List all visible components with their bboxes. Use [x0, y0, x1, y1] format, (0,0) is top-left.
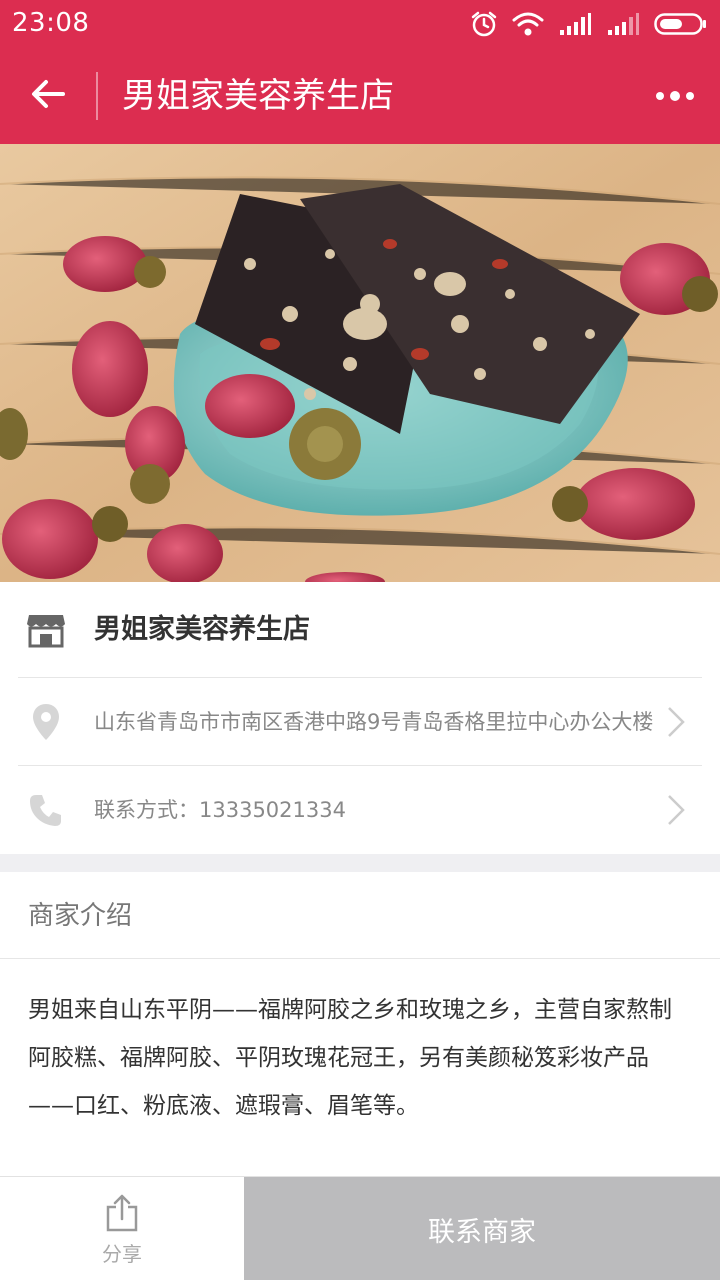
- title-bar: 男姐家美容养生店: [0, 48, 720, 144]
- shop-name-row: 男姐家美容养生店: [18, 582, 702, 678]
- back-arrow-icon: [31, 79, 65, 113]
- shop-name: 男姐家美容养生店: [94, 614, 310, 645]
- contact-row[interactable]: 联系方式：13335021334: [18, 766, 702, 854]
- intro-title: 商家介绍: [28, 901, 133, 931]
- store-icon: [24, 608, 68, 652]
- intro-body: 男姐来自山东平阴——福牌阿胶之乡和玫瑰之乡，主营自家熬制阿胶糕、福牌阿胶、平阴玫…: [28, 997, 672, 1119]
- phone-icon: [24, 788, 68, 832]
- divider: [0, 958, 720, 959]
- battery-icon: [654, 12, 708, 36]
- screen: 23:08 男姐家美容养生店 男姐家美容养生店 山东省青岛市市南区香港中路9号青…: [0, 0, 720, 1280]
- back-button[interactable]: [18, 66, 78, 126]
- chevron-right-icon: [666, 793, 686, 827]
- status-icons: [470, 10, 708, 38]
- contact-merchant-button[interactable]: 联系商家: [244, 1177, 720, 1280]
- signal-icon: [558, 12, 592, 36]
- share-button[interactable]: 分享: [0, 1177, 244, 1280]
- address-row[interactable]: 山东省青岛市市南区香港中路9号青岛香格里拉中心办公大楼: [18, 678, 702, 766]
- shop-info-card: 男姐家美容养生店 山东省青岛市市南区香港中路9号青岛香格里拉中心办公大楼 联系方…: [0, 582, 720, 854]
- address-text: 山东省青岛市市南区香港中路9号青岛香格里拉中心办公大楼: [94, 710, 654, 734]
- more-button[interactable]: [646, 72, 704, 120]
- title-divider: [96, 72, 98, 120]
- intro-card: 商家介绍 男姐来自山东平阴——福牌阿胶之乡和玫瑰之乡，主营自家熬制阿胶糕、福牌阿…: [0, 872, 720, 1192]
- signal-icon: [606, 12, 640, 36]
- alarm-icon: [470, 10, 498, 38]
- share-icon: [104, 1193, 140, 1233]
- bottom-bar: 分享 联系商家: [0, 1176, 720, 1280]
- contact-phone: 13335021334: [199, 798, 346, 822]
- hero-image: [0, 144, 720, 582]
- more-dots-icon: [655, 87, 695, 106]
- location-pin-icon: [24, 700, 68, 744]
- wifi-icon: [512, 11, 544, 37]
- contact-info: 联系方式：13335021334: [94, 792, 346, 828]
- contact-label: 联系方式：: [94, 798, 199, 822]
- chevron-right-icon: [666, 705, 686, 739]
- page-title: 男姐家美容养生店: [122, 76, 394, 116]
- share-label: 分享: [102, 1242, 142, 1266]
- status-bar: 23:08: [0, 0, 720, 48]
- status-time: 23:08: [12, 8, 90, 38]
